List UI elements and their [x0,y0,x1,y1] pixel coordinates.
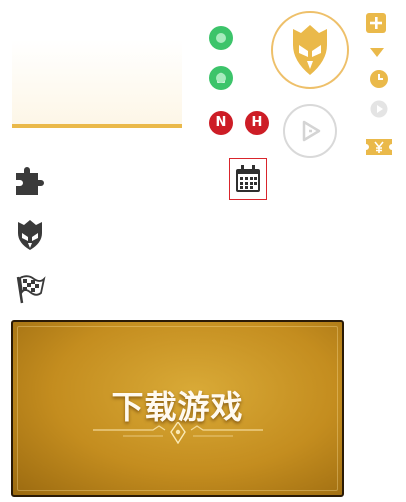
hero-avatar-button[interactable] [271,11,349,89]
play-circle-icon[interactable] [370,100,388,118]
triangle-down-icon[interactable] [370,48,384,58]
clock-icon[interactable] [369,69,389,89]
checkered-flag-icon[interactable] [14,273,46,305]
h-badge[interactable]: H [245,111,269,135]
profile-card-underline [12,124,182,128]
helmet-icon[interactable] [14,219,46,251]
online-status-dot[interactable] [209,26,233,50]
lock-status-dot[interactable] [209,66,233,90]
helmet-icon [293,25,327,75]
calendar-icon [236,165,260,192]
download-game-banner[interactable]: 下载游戏 [11,320,344,497]
banner-ornament [93,422,263,444]
n-badge[interactable]: N [209,111,233,135]
profile-card [12,40,182,128]
plus-icon[interactable] [366,13,386,33]
play-icon [302,120,321,142]
puzzle-icon[interactable] [14,165,46,197]
play-button[interactable] [283,104,337,158]
calendar-button[interactable] [229,158,267,200]
ticket-icon[interactable] [366,137,392,157]
lock-icon [217,72,225,83]
